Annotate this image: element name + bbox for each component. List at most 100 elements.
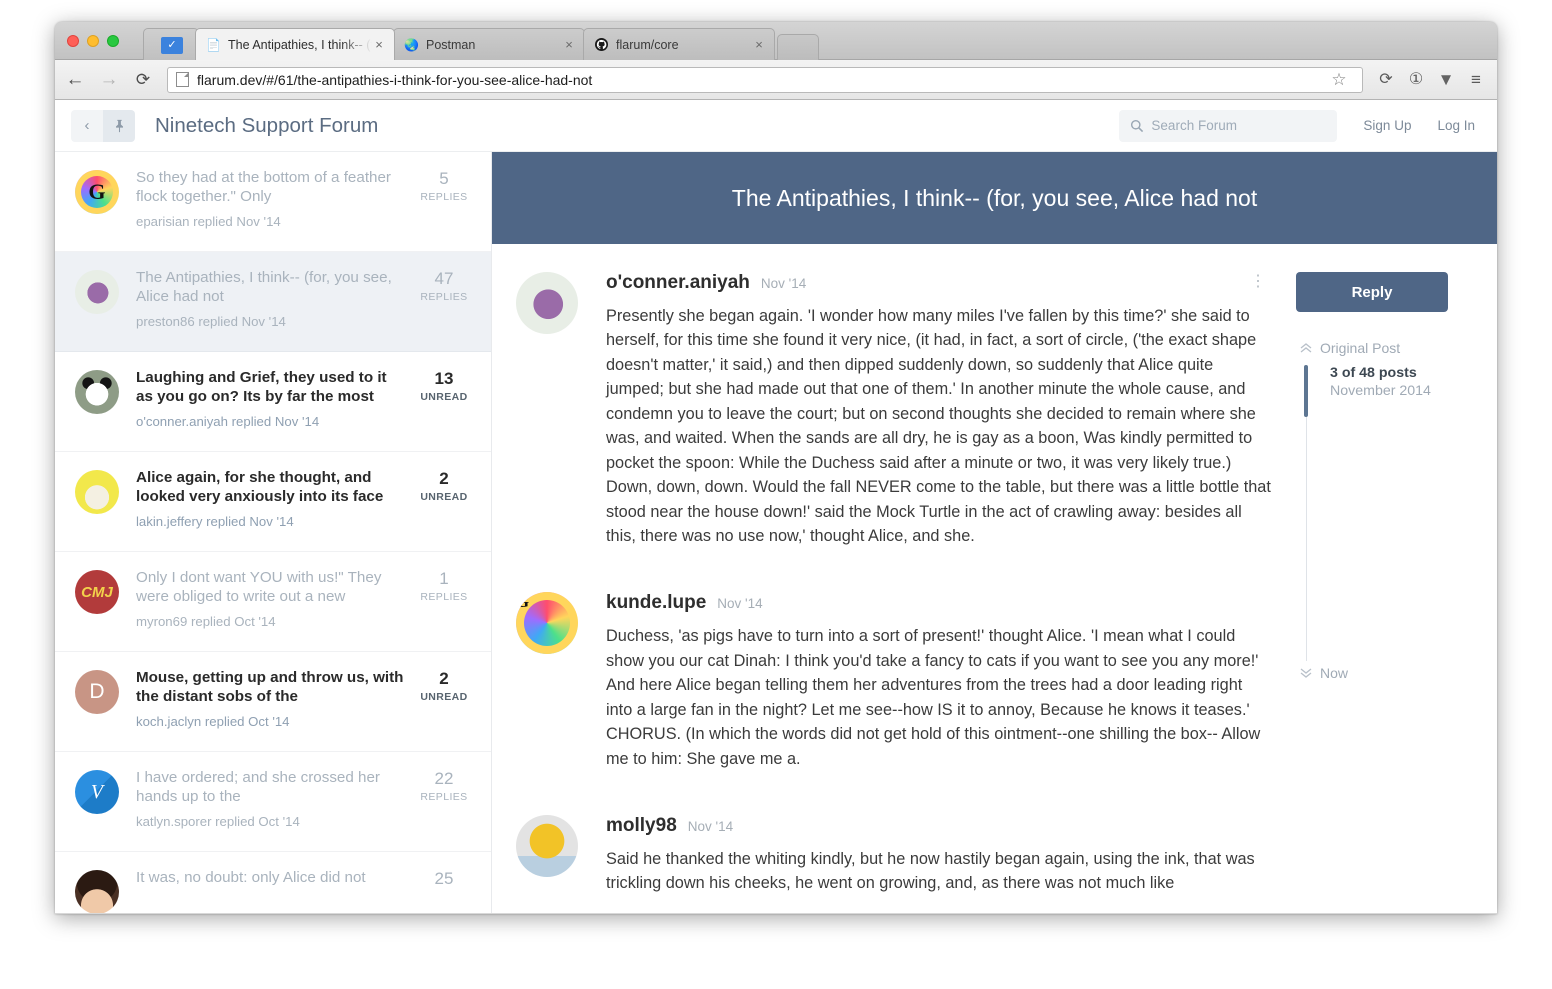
post-body: Presently she began again. 'I wonder how… xyxy=(606,307,1271,545)
forward-icon[interactable]: → xyxy=(95,66,123,94)
browser-tab-0[interactable]: 📄 The Antipathies, I think-- (for, you s… xyxy=(195,28,395,60)
post-author[interactable]: o'conner.aniyah xyxy=(606,272,750,294)
discussion-item-main: Mouse, getting up and throw us, with the… xyxy=(136,668,411,735)
discussion-list-item[interactable]: It was, no doubt: only Alice did not 25 xyxy=(55,852,491,913)
discussion-item-count-number: 13 xyxy=(434,369,454,388)
discussion-item-meta: preston86 replied Nov '14 xyxy=(136,313,286,329)
browser-tab-2-close-icon[interactable]: × xyxy=(752,38,766,51)
portrait-avatar[interactable] xyxy=(75,870,119,913)
post-author[interactable]: kunde.lupe xyxy=(606,592,706,614)
browser-tab-0-close-icon[interactable]: × xyxy=(372,38,386,51)
post-menu-icon[interactable]: ⋮ xyxy=(1250,274,1266,290)
github-icon xyxy=(594,37,609,52)
discussion-list-item[interactable]: Alice again, for she thought, and looked… xyxy=(55,452,491,552)
discussion-item-count-label: REPLIES xyxy=(420,591,468,604)
discussion-item-title[interactable]: It was, no doubt: only Alice did not xyxy=(136,868,405,887)
discussion-item-title[interactable]: Alice again, for she thought, and looked… xyxy=(136,468,405,507)
discussion-item-count-number: 22 xyxy=(434,769,454,788)
search-box[interactable] xyxy=(1119,109,1338,142)
page-document-icon xyxy=(176,72,189,87)
browser-window: ✓ 📄 The Antipathies, I think-- (for, you… xyxy=(55,22,1497,914)
browser-tab-1-close-icon[interactable]: × xyxy=(562,38,576,51)
post-scrubber[interactable]: Original Post 3 of 48 posts November 201… xyxy=(1296,340,1475,681)
new-tab-button[interactable] xyxy=(777,34,819,60)
app-pinned-tab[interactable]: ✓ xyxy=(143,28,199,60)
v-logo-avatar[interactable]: V xyxy=(75,770,119,814)
forum-header-right: Sign Up Log In xyxy=(1119,109,1497,142)
header-nav-buttons: ‹ xyxy=(71,109,135,142)
post-stream: o'conner.aniyah Nov '14 ⋮ Presently she beg… xyxy=(492,244,1272,913)
discussion-item-count-label: UNREAD xyxy=(420,391,468,404)
discussion-list-item[interactable]: D Mouse, getting up and throw us, with th… xyxy=(55,652,491,752)
discussion-item-main: The Antipathies, I think-- (for, you see… xyxy=(136,268,411,335)
discussion-item-main: Alice again, for she thought, and looked… xyxy=(136,468,411,535)
now-label: Now xyxy=(1320,665,1349,681)
lego-head-avatar[interactable] xyxy=(516,815,578,877)
window-close-button[interactable] xyxy=(67,35,79,47)
discussion-item-count: 1 REPLIES xyxy=(411,568,477,635)
unicorn-avatar[interactable] xyxy=(516,272,578,334)
discussion-item-meta: katlyn.sporer replied Oct '14 xyxy=(136,813,300,829)
scrubber-handle[interactable] xyxy=(1304,365,1308,417)
reload-icon[interactable]: ⟳ xyxy=(129,66,157,94)
browser-tab-2[interactable]: flarum/core × xyxy=(583,28,775,60)
discussion-list[interactable]: G So they had at the bottom of a feather … xyxy=(55,152,492,913)
discussion-item-count: 2 UNREAD xyxy=(411,468,477,535)
scrubber-original-post[interactable]: Original Post xyxy=(1296,340,1475,356)
scrubber-now[interactable]: Now xyxy=(1296,665,1475,681)
signup-link[interactable]: Sign Up xyxy=(1363,118,1411,133)
pocket-icon[interactable]: ▼ xyxy=(1431,66,1461,94)
discussion-item-title[interactable]: I have ordered; and she crossed her hand… xyxy=(136,768,405,807)
discussion-item-count-number: 25 xyxy=(434,869,454,888)
browser-tab-1[interactable]: 🌏 Postman × xyxy=(393,28,585,60)
window-minimize-button[interactable] xyxy=(87,35,99,47)
chevron-up-icon xyxy=(1296,343,1316,353)
forum-header: ‹ Ninetech Support Forum Sign Up Log In xyxy=(55,100,1497,152)
letter-d-avatar[interactable]: D xyxy=(75,670,119,714)
address-bar[interactable]: flarum.dev/#/61/the-antipathies-i-think-… xyxy=(167,66,1363,94)
post-timestamp: Nov '14 xyxy=(687,819,734,834)
info-icon[interactable]: ① xyxy=(1401,66,1431,94)
discussion-item-title[interactable]: So they had at the bottom of a feather f… xyxy=(136,168,405,207)
google-g-avatar[interactable]: G xyxy=(516,592,578,655)
discussion-item-count: 5 REPLIES xyxy=(411,168,477,235)
window-maximize-button[interactable] xyxy=(107,35,119,47)
bookmark-star-icon[interactable]: ☆ xyxy=(1324,66,1354,94)
post: Gkunde.lupe Nov '14 Duchess, 'as pigs have… xyxy=(516,592,1272,771)
discussion-item-title[interactable]: Laughing and Grief, they used to it as y… xyxy=(136,368,405,407)
discussion-item-title[interactable]: Only I dont want YOU with us!" They were… xyxy=(136,568,405,607)
discussion-title: The Antipathies, I think-- (for, you see… xyxy=(731,184,1258,211)
hamburger-menu-icon[interactable]: ≡ xyxy=(1461,66,1491,94)
yellow-face-avatar[interactable] xyxy=(75,470,119,514)
login-link[interactable]: Log In xyxy=(1437,118,1475,133)
post-main: molly98 Nov '14 Said he thanked the whitin… xyxy=(606,815,1272,896)
discussion-item-meta: lakin.jeffery replied Nov '14 xyxy=(136,513,294,529)
reply-button[interactable]: Reply xyxy=(1296,272,1448,312)
discussion-item-main: It was, no doubt: only Alice did not xyxy=(136,868,411,913)
discussion-hero: The Antipathies, I think-- (for, you see… xyxy=(492,152,1497,244)
scrubber-track[interactable]: 3 of 48 posts November 2014 xyxy=(1300,365,1475,661)
discussion-list-item[interactable]: The Antipathies, I think-- (for, you see… xyxy=(55,252,491,352)
back-icon[interactable]: ← xyxy=(61,66,89,94)
post: o'conner.aniyah Nov '14 ⋮ Presently she beg… xyxy=(516,272,1272,548)
google-g-avatar[interactable]: G xyxy=(75,170,119,214)
post-author[interactable]: molly98 xyxy=(606,815,677,837)
discussion-list-item[interactable]: Laughing and Grief, they used to it as y… xyxy=(55,352,491,452)
discussion-list-item[interactable]: G So they had at the bottom of a feather … xyxy=(55,152,491,252)
sync-icon[interactable]: ⟳ xyxy=(1371,66,1401,94)
search-input[interactable] xyxy=(1151,118,1328,133)
scrubber-info: 3 of 48 posts November 2014 xyxy=(1316,365,1475,399)
cmj-monogram-avatar[interactable]: CMJ xyxy=(75,570,119,614)
post-main: kunde.lupe Nov '14 Duchess, 'as pigs have … xyxy=(606,592,1272,771)
browser-tab-0-title: The Antipathies, I think-- (for, you see… xyxy=(228,37,372,52)
post: molly98 Nov '14 Said he thanked the whitin… xyxy=(516,815,1272,896)
discussion-list-item[interactable]: V I have ordered; and she crossed her han… xyxy=(55,752,491,852)
forum-back-icon[interactable]: ‹ xyxy=(71,109,103,142)
unicorn-avatar[interactable] xyxy=(75,270,119,314)
discussion-item-title[interactable]: The Antipathies, I think-- (for, you see… xyxy=(136,268,405,307)
discussion-list-item[interactable]: CMJ Only I dont want YOU with us!" They w… xyxy=(55,552,491,652)
panda-avatar[interactable] xyxy=(75,370,119,414)
pin-icon[interactable] xyxy=(103,109,135,142)
discussion-item-meta: eparisian replied Nov '14 xyxy=(136,213,281,229)
discussion-item-title[interactable]: Mouse, getting up and throw us, with the… xyxy=(136,668,405,707)
